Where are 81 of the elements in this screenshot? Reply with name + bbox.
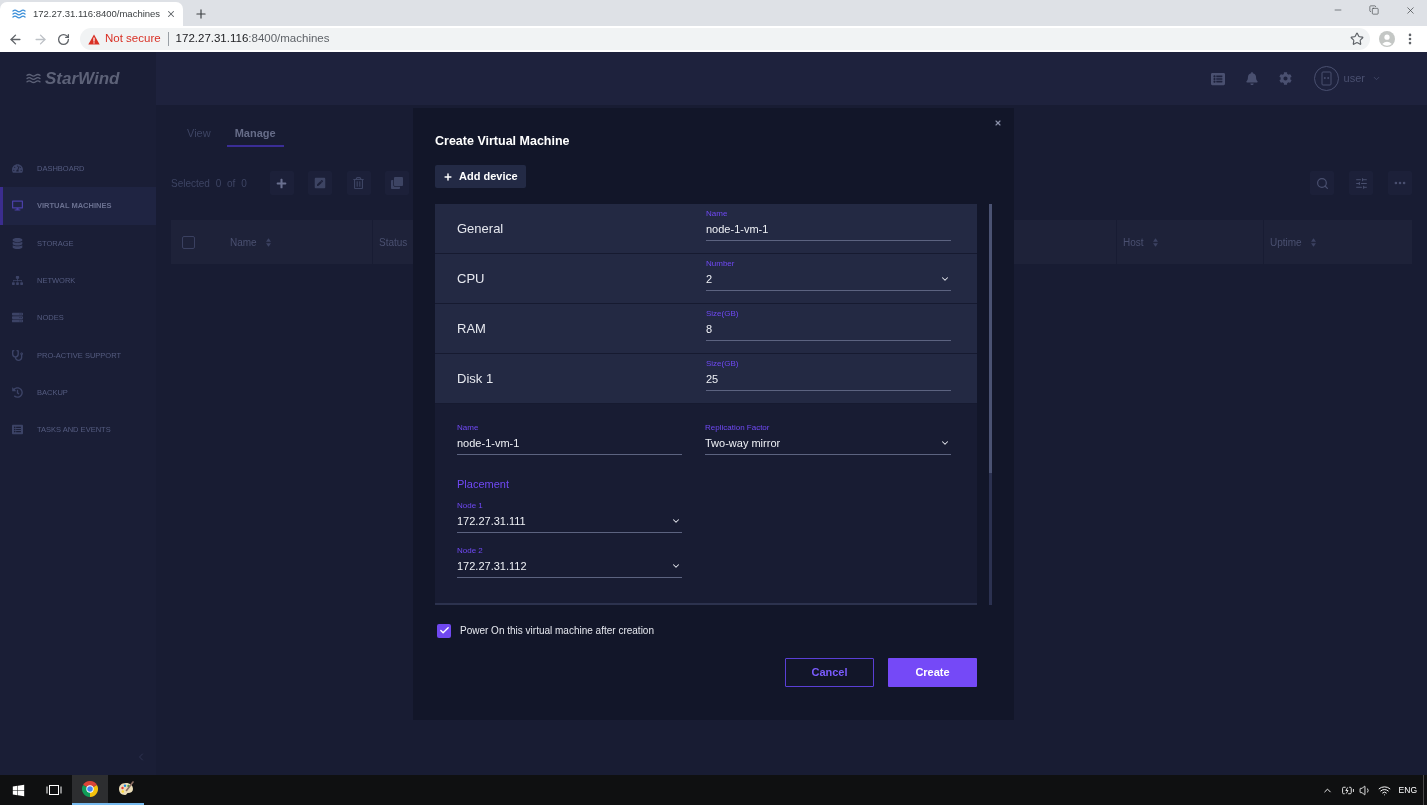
- select-field[interactable]: Node 1 172.27.31.111: [457, 501, 682, 533]
- device-name: CPU: [457, 269, 486, 288]
- delete-button[interactable]: [346, 171, 371, 195]
- add-button[interactable]: [269, 171, 294, 195]
- gauge-icon: [12, 163, 23, 175]
- avatar-icon[interactable]: [1313, 66, 1339, 91]
- text-field[interactable]: Name node-1-vm-1: [457, 423, 682, 455]
- waves-icon: [12, 9, 26, 19]
- pencil-icon: [314, 177, 327, 189]
- select-field[interactable]: Number 2: [706, 259, 951, 291]
- address-url: 172.27.31.116:8400/machines: [175, 31, 330, 47]
- task-view-icon[interactable]: [46, 784, 62, 796]
- profile-icon[interactable]: [1379, 31, 1395, 47]
- database-icon: [12, 237, 23, 249]
- chevron-down-icon: [940, 274, 950, 284]
- copy-button[interactable]: [385, 171, 410, 195]
- browser-icon: [82, 781, 98, 797]
- close-icon[interactable]: [1405, 4, 1416, 16]
- cancel-button[interactable]: Cancel: [785, 658, 874, 687]
- sliders-icon: [1354, 176, 1368, 190]
- palette-icon: [118, 781, 134, 797]
- check-icon: [438, 625, 450, 636]
- language-indicator[interactable]: ENG: [1398, 783, 1417, 797]
- browser-tab[interactable]: 172.27.31.116:8400/machines: [0, 2, 183, 26]
- logo: StarWind: [45, 67, 120, 90]
- close-button[interactable]: [994, 119, 1002, 127]
- more-button[interactable]: [1388, 171, 1412, 195]
- security-label: Not secure: [105, 31, 161, 47]
- taskbar-app-button[interactable]: [72, 775, 108, 805]
- chevron-down-icon: [940, 438, 950, 448]
- text-field[interactable]: Name node-1-vm-1: [706, 209, 951, 241]
- new-tab-icon[interactable]: [194, 7, 208, 21]
- address-bar[interactable]: Not secure 172.27.31.116:8400/machines: [80, 28, 1370, 50]
- create-button[interactable]: Create: [888, 658, 977, 687]
- chevron-down-icon[interactable]: [1372, 74, 1381, 83]
- checkbox[interactable]: [437, 623, 451, 638]
- reload-icon[interactable]: [57, 32, 70, 46]
- list-icon[interactable]: [1210, 71, 1225, 86]
- scrollbar-thumb[interactable]: [989, 204, 992, 473]
- warning-icon: [88, 33, 100, 45]
- hierarchy-icon: [12, 275, 23, 287]
- filter-button[interactable]: [1349, 171, 1373, 195]
- close-icon[interactable]: [166, 9, 176, 19]
- volume-icon[interactable]: [1358, 783, 1372, 797]
- plus-icon: [276, 177, 288, 189]
- edit-button[interactable]: [308, 171, 333, 195]
- placement-heading: Placement: [457, 477, 509, 491]
- star-icon[interactable]: [1350, 32, 1364, 46]
- wifi-icon[interactable]: [1377, 783, 1391, 797]
- device-name: General: [457, 219, 505, 238]
- server-icon: [12, 312, 23, 324]
- select-field[interactable]: Replication Factor Two-way mirror: [705, 423, 951, 455]
- device-name: RAM: [457, 319, 487, 338]
- tab[interactable]: Manage: [226, 122, 284, 147]
- stethoscope-icon: [12, 349, 23, 361]
- device-name: Disk 1: [457, 369, 495, 388]
- list-icon: [12, 424, 23, 436]
- add-device-button[interactable]: Add device: [435, 165, 526, 188]
- copy-icon: [391, 177, 404, 189]
- checkbox[interactable]: [182, 235, 195, 249]
- settings-icon[interactable]: [1278, 72, 1292, 85]
- waves-icon: [26, 73, 41, 84]
- bell-icon[interactable]: [1245, 72, 1258, 85]
- start-icon[interactable]: [11, 783, 25, 797]
- text-field[interactable]: Size(GB) 25: [706, 359, 951, 391]
- text-field[interactable]: Size(GB) 8: [706, 309, 951, 341]
- plus-icon: [443, 171, 453, 182]
- chevron-down-icon: [671, 561, 681, 571]
- forward-icon[interactable]: [33, 31, 48, 47]
- search-button[interactable]: [1310, 171, 1334, 195]
- select-field[interactable]: Node 2 172.27.31.112: [457, 546, 682, 578]
- chevron-down-icon: [671, 516, 681, 526]
- history-icon: [12, 386, 23, 398]
- checkbox-label: Power On this virtual machine after creation: [460, 624, 654, 638]
- restore-icon[interactable]: [1369, 5, 1379, 15]
- close-icon: [994, 119, 1002, 127]
- dialog-title: Create Virtual Machine: [435, 133, 570, 149]
- search-icon: [1315, 176, 1329, 190]
- monitor-icon: [12, 200, 23, 212]
- trash-icon: [353, 177, 365, 189]
- back-icon[interactable]: [8, 31, 23, 47]
